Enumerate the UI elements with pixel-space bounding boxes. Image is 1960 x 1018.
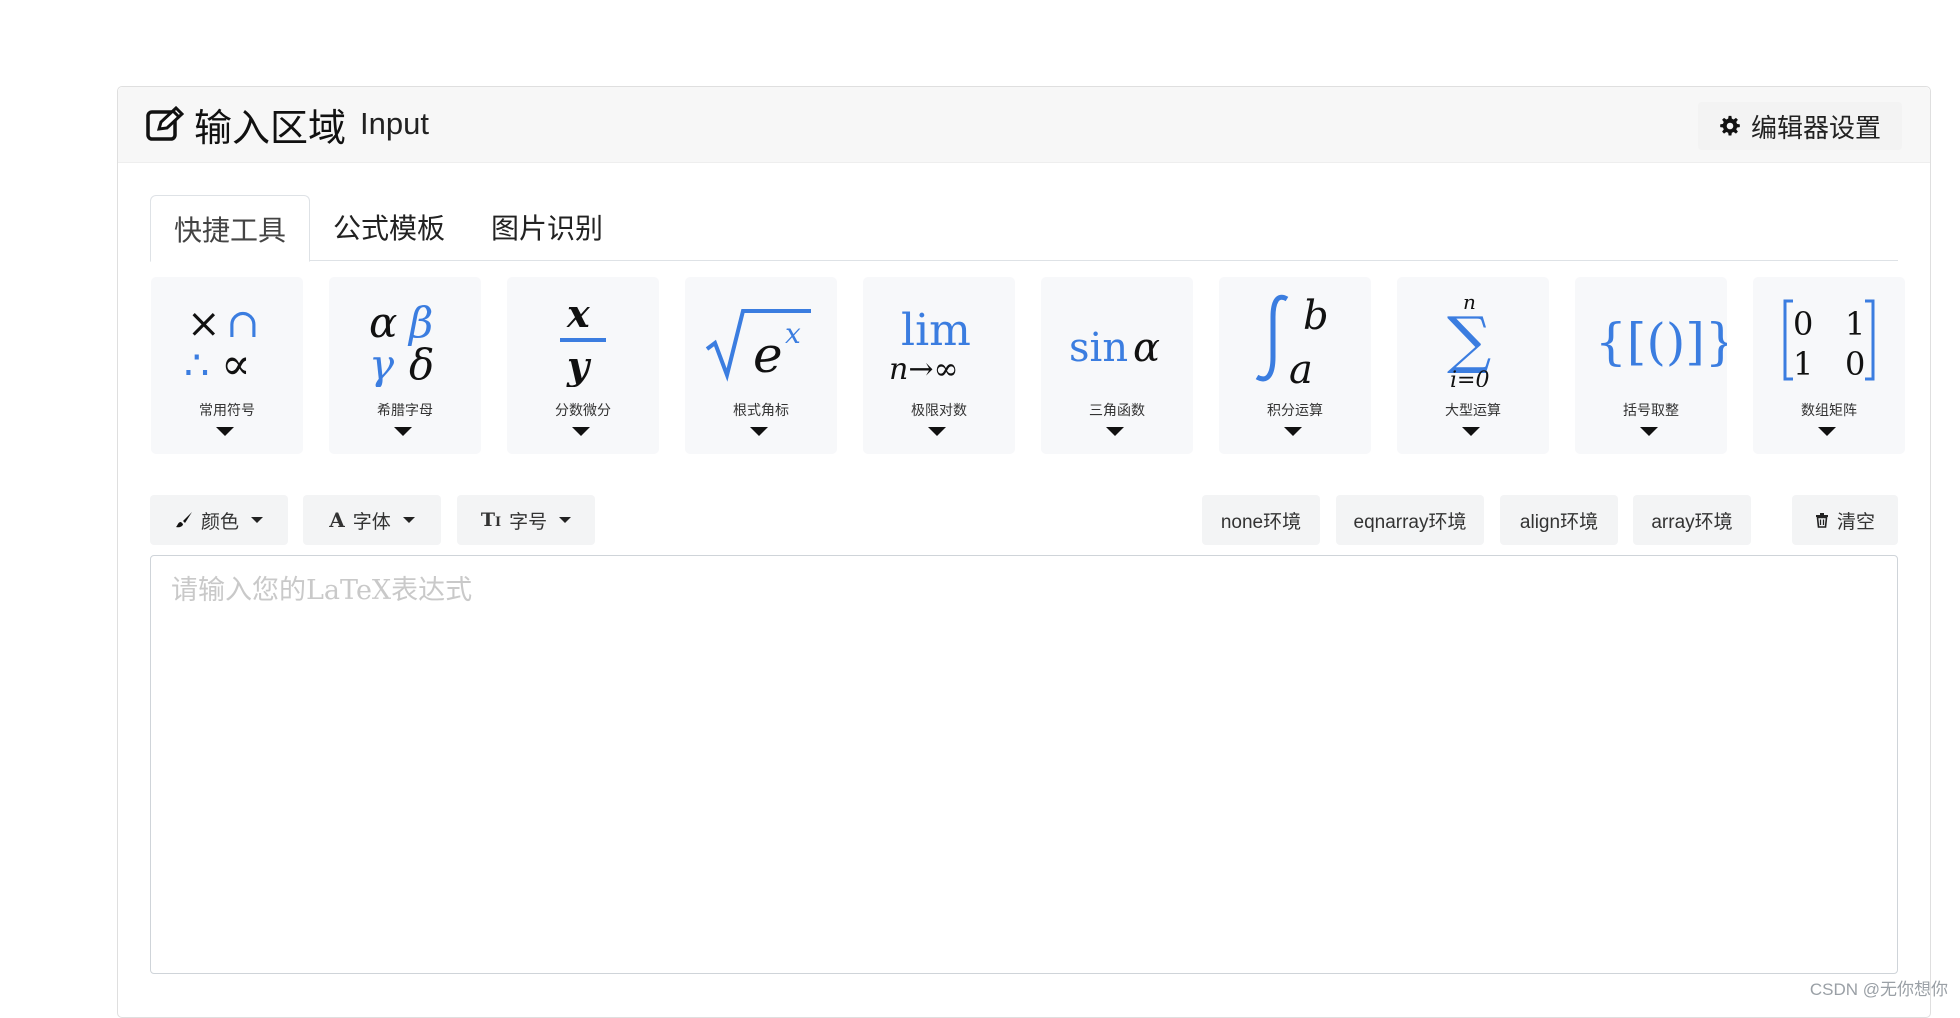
- editor-settings-button[interactable]: 编辑器设置: [1698, 102, 1902, 150]
- eqnarray-env-button[interactable]: eqnarray环境: [1336, 495, 1484, 545]
- matrix-icon: 0 1 1 0: [1783, 299, 1875, 383]
- chevron-down-icon: [216, 427, 234, 436]
- sum-icon: n ∑ i=0: [1447, 290, 1491, 387]
- tool-root-superscript[interactable]: e x 根式角标: [685, 277, 837, 454]
- tool-label: 常用符号: [199, 402, 255, 418]
- brackets-icon: {[()]}: [1595, 313, 1727, 371]
- tool-label: 积分运算: [1267, 402, 1323, 418]
- tool-matrix[interactable]: 0 1 1 0 数组矩阵: [1753, 277, 1905, 454]
- tool-label: 极限对数: [911, 402, 967, 418]
- color-label: 颜色: [200, 511, 239, 533]
- tool-limit-log[interactable]: lim n→∞ 极限对数: [863, 277, 1015, 454]
- chevron-down-icon: [928, 427, 946, 436]
- size-label: 字号: [509, 511, 548, 533]
- clear-button[interactable]: 清空: [1792, 495, 1898, 545]
- panel-header: 输入区域 Input 编辑器设置: [118, 87, 1930, 163]
- brush-icon: [175, 512, 192, 528]
- svg-text:0: 0: [1845, 345, 1865, 383]
- latex-input[interactable]: [151, 556, 1897, 973]
- tool-label: 希腊字母: [377, 402, 433, 418]
- svg-text:∴: ∴: [184, 343, 209, 387]
- greek-letters-icon: α β γ δ: [369, 298, 434, 387]
- tool-label: 括号取整: [1623, 402, 1679, 418]
- chevron-down-icon: [1640, 427, 1658, 436]
- chevron-down-icon: [1106, 427, 1124, 436]
- tool-label: 数组矩阵: [1801, 402, 1857, 418]
- svg-text:1: 1: [1793, 345, 1813, 383]
- svg-text:sin: sin: [1069, 325, 1128, 371]
- svg-text:n→∞: n→∞: [889, 352, 958, 387]
- svg-text:δ: δ: [409, 340, 434, 387]
- tool-tabs: 快捷工具 公式模板 图片识别: [150, 195, 1898, 262]
- tool-label: 大型运算: [1445, 402, 1501, 418]
- svg-text:0: 0: [1793, 305, 1813, 343]
- title-english: Input: [360, 106, 429, 141]
- svg-text:e: e: [753, 326, 783, 384]
- tool-brackets[interactable]: {[()]} 括号取整: [1575, 277, 1727, 454]
- array-env-button[interactable]: array环境: [1633, 495, 1751, 545]
- chevron-down-icon: [1462, 427, 1480, 436]
- svg-text:{[()]}: {[()]}: [1595, 313, 1727, 371]
- size-dropdown-button[interactable]: TI 字号: [457, 495, 595, 545]
- font-dropdown-button[interactable]: A 字体: [303, 495, 441, 545]
- tool-trig[interactable]: sin α 三角函数: [1041, 277, 1193, 454]
- edit-icon: [146, 106, 184, 141]
- gear-icon: [1720, 115, 1740, 136]
- chevron-down-icon: [394, 427, 412, 436]
- tab-image-recognition[interactable]: 图片识别: [468, 195, 626, 259]
- panel-title: 输入区域 Input: [146, 99, 429, 150]
- font-label: 字体: [352, 511, 391, 533]
- svg-text:x: x: [566, 291, 591, 336]
- integral-icon: b a: [1255, 293, 1329, 387]
- svg-text:x: x: [785, 317, 801, 350]
- input-panel: 输入区域 Input 编辑器设置 快捷工具 公式模板 图片识别 × ∩ ∴ ∝ …: [117, 86, 1931, 1018]
- svg-text:b: b: [1303, 293, 1329, 339]
- settings-label: 编辑器设置: [1750, 112, 1881, 143]
- chevron-down-icon: [750, 427, 768, 436]
- chevron-down-icon: [1818, 427, 1836, 436]
- clear-label: 清空: [1836, 511, 1875, 533]
- tool-integral[interactable]: b a 积分运算: [1219, 277, 1371, 454]
- fraction-icon: x y: [560, 291, 606, 387]
- tool-greek-letters[interactable]: α β γ δ 希腊字母: [329, 277, 481, 454]
- svg-text:1: 1: [1845, 305, 1865, 343]
- svg-text:×: ×: [187, 301, 221, 347]
- watermark: CSDN @无你想你: [1809, 980, 1948, 999]
- align-env-button[interactable]: align环境: [1500, 495, 1618, 545]
- color-dropdown-button[interactable]: 颜色: [150, 495, 288, 545]
- svg-text:α: α: [1133, 325, 1160, 371]
- chevron-down-icon: [251, 517, 263, 523]
- tab-formula-templates[interactable]: 公式模板: [310, 195, 468, 259]
- svg-text:∝: ∝: [221, 339, 251, 387]
- font-icon: A: [329, 508, 345, 532]
- svg-text:∑: ∑: [1447, 303, 1491, 376]
- chevron-down-icon: [559, 517, 572, 523]
- latex-editor[interactable]: [150, 555, 1898, 974]
- none-env-button[interactable]: none环境: [1202, 495, 1320, 545]
- tool-label: 根式角标: [733, 402, 789, 418]
- tool-fraction[interactable]: x y 分数微分: [507, 277, 659, 454]
- trash-icon: [1815, 513, 1828, 528]
- svg-text:i=0: i=0: [1450, 368, 1489, 387]
- tool-label: 分数微分: [555, 402, 611, 418]
- svg-text:a: a: [1289, 347, 1313, 387]
- svg-text:lim: lim: [901, 305, 971, 356]
- chevron-down-icon: [402, 517, 415, 523]
- text-size-icon: TI: [480, 509, 502, 531]
- chevron-down-icon: [1284, 427, 1302, 436]
- common-symbols-icon: × ∩ ∴ ∝: [184, 301, 260, 387]
- tool-label: 三角函数: [1089, 402, 1145, 418]
- tool-large-operators[interactable]: n ∑ i=0 大型运算: [1397, 277, 1549, 454]
- title-chinese: 输入区域: [194, 107, 347, 150]
- svg-text:γ: γ: [369, 340, 395, 387]
- limit-icon: lim n→∞: [889, 305, 971, 387]
- svg-text:y: y: [566, 343, 592, 387]
- trig-icon: sin α: [1069, 325, 1160, 371]
- chevron-down-icon: [572, 427, 590, 436]
- root-icon: e x: [705, 309, 811, 384]
- tool-common-symbols[interactable]: × ∩ ∴ ∝ 常用符号: [151, 277, 303, 454]
- tab-quick-tools[interactable]: 快捷工具: [150, 195, 310, 262]
